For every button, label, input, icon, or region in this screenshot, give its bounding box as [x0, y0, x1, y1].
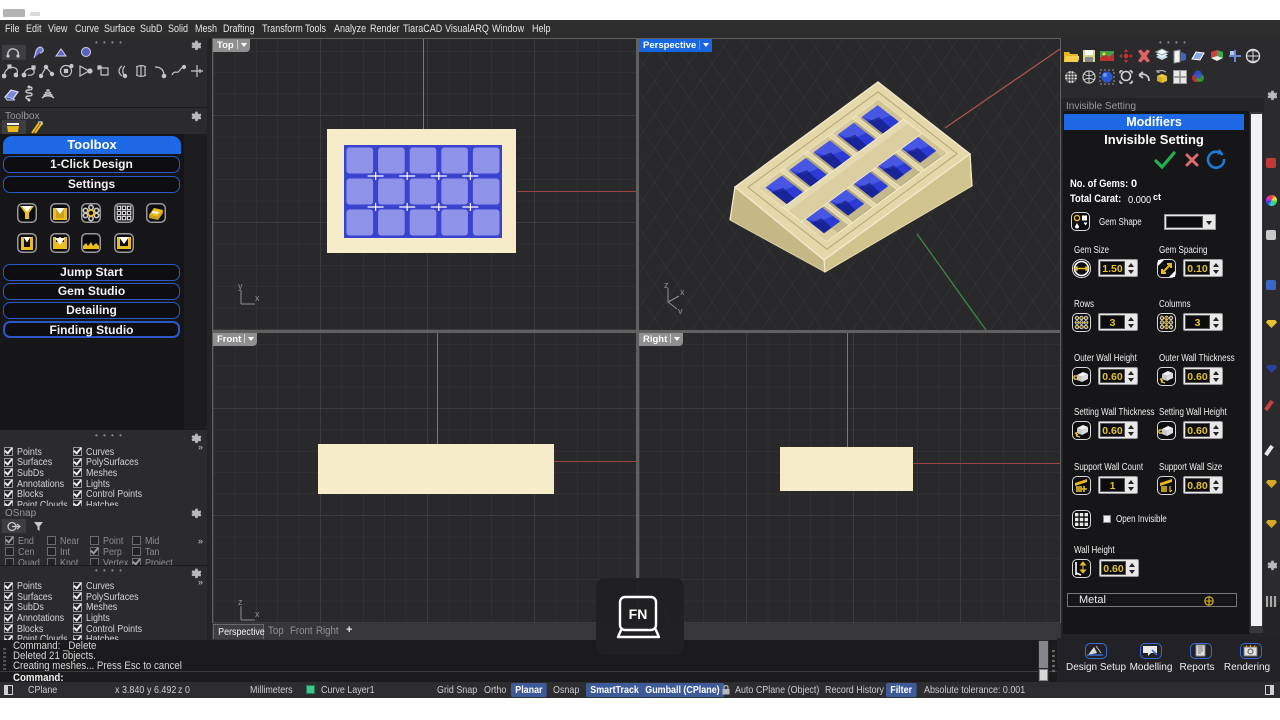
svg-text:z: z [238, 598, 243, 607]
svg-text:x: x [255, 609, 259, 619]
svg-text:z: z [664, 282, 669, 290]
svg-text:x: x [680, 287, 685, 297]
svg-text:y: y [678, 306, 683, 314]
svg-text:x: x [255, 293, 259, 303]
svg-text:FN: FN [629, 606, 648, 622]
svg-text:y: y [238, 282, 243, 291]
